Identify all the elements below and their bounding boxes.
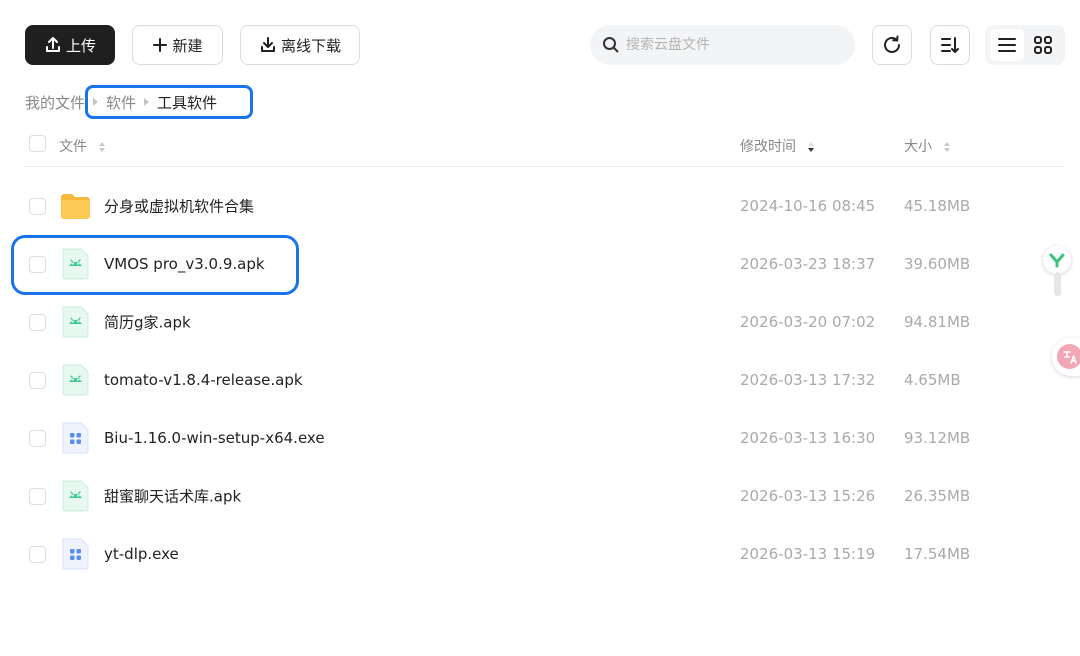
- upload-button[interactable]: 上传: [25, 25, 115, 65]
- sort-button[interactable]: [930, 25, 970, 65]
- exe-file-icon: [62, 538, 89, 570]
- grid-icon: [1034, 36, 1052, 54]
- list-view-button[interactable]: [990, 29, 1024, 61]
- file-name: tomato-v1.8.4-release.apk: [104, 371, 303, 389]
- column-modified-header[interactable]: 修改时间: [740, 136, 815, 156]
- offline-download-label: 离线下载: [280, 36, 341, 55]
- column-size-header[interactable]: 大小: [904, 136, 951, 156]
- file-modified-time: 2026-03-13 16:30: [740, 429, 876, 447]
- file-name: 简历g家.apk: [104, 313, 191, 332]
- download-icon: [260, 37, 275, 52]
- new-label: 新建: [172, 36, 203, 55]
- file-size: 4.65MB: [904, 371, 961, 389]
- search-input[interactable]: [624, 36, 848, 54]
- row-checkbox[interactable]: [29, 488, 46, 505]
- column-name-header[interactable]: 文件: [59, 136, 106, 156]
- file-row[interactable]: 甜蜜聊天话术库.apk 2026-03-13 15:26 26.35MB: [25, 468, 1065, 524]
- row-checkbox[interactable]: [29, 430, 46, 447]
- y-logo-icon: [1049, 253, 1065, 268]
- upload-icon: [45, 37, 60, 52]
- row-checkbox[interactable]: [29, 198, 46, 215]
- file-list-header: 文件 修改时间 大小: [25, 128, 1065, 167]
- file-name: yt-dlp.exe: [104, 545, 179, 563]
- grid-view-button[interactable]: [1026, 29, 1060, 61]
- sort-icon: [941, 37, 959, 53]
- file-size: 94.81MB: [904, 313, 971, 331]
- file-modified-time: 2026-03-13 17:32: [740, 371, 876, 389]
- file-row[interactable]: 简历g家.apk 2026-03-20 07:02 94.81MB: [25, 294, 1065, 350]
- plus-icon: [153, 38, 168, 52]
- column-name-label: 文件: [59, 139, 87, 155]
- search-box: [590, 25, 855, 65]
- list-icon: [998, 38, 1016, 52]
- file-modified-time: 2024-10-16 08:45: [740, 197, 876, 215]
- select-all-checkbox[interactable]: [29, 135, 46, 152]
- file-size: 93.12MB: [904, 429, 971, 447]
- file-modified-time: 2026-03-23 18:37: [740, 255, 876, 273]
- row-checkbox[interactable]: [29, 314, 46, 331]
- sort-arrows-icon: [944, 142, 951, 152]
- drag-handle[interactable]: [1054, 272, 1061, 296]
- file-size: 17.54MB: [904, 545, 971, 563]
- file-size: 39.60MB: [904, 255, 971, 273]
- file-row[interactable]: yt-dlp.exe 2026-03-13 15:19 17.54MB: [25, 526, 1065, 582]
- refresh-button[interactable]: [872, 25, 912, 65]
- column-modified-label: 修改时间: [740, 139, 796, 155]
- row-checkbox[interactable]: [29, 546, 46, 563]
- file-modified-time: 2026-03-13 15:19: [740, 545, 876, 563]
- view-toggle: [985, 25, 1065, 65]
- new-button[interactable]: 新建: [132, 25, 223, 65]
- file-modified-time: 2026-03-13 15:26: [740, 487, 876, 505]
- assistant-float-button[interactable]: [1043, 246, 1071, 274]
- file-name: Biu-1.16.0-win-setup-x64.exe: [104, 429, 325, 447]
- file-modified-time: 2026-03-20 07:02: [740, 313, 876, 331]
- breadcrumb-annotation-box: [85, 85, 253, 119]
- upload-label: 上传: [65, 36, 96, 55]
- file-name: 甜蜜聊天话术库.apk: [104, 487, 242, 506]
- row-checkbox[interactable]: [29, 372, 46, 389]
- folder-icon: [61, 194, 90, 219]
- file-row[interactable]: Biu-1.16.0-win-setup-x64.exe 2026-03-13 …: [25, 410, 1065, 466]
- search-icon: [603, 37, 619, 53]
- apk-file-icon: [62, 480, 89, 512]
- offline-download-button[interactable]: 离线下载: [240, 25, 360, 65]
- sort-desc-icon: [808, 142, 815, 152]
- exe-file-icon: [62, 422, 89, 454]
- file-size: 26.35MB: [904, 487, 971, 505]
- refresh-icon: [884, 35, 900, 53]
- apk-file-icon: [62, 364, 89, 396]
- column-size-label: 大小: [904, 139, 932, 155]
- breadcrumb-item-my-files[interactable]: 我的文件: [25, 92, 85, 113]
- file-row[interactable]: 分身或虚拟机软件合集 2024-10-16 08:45 45.18MB: [25, 178, 1065, 234]
- apk-file-icon: [62, 306, 89, 338]
- file-row[interactable]: tomato-v1.8.4-release.apk 2026-03-13 17:…: [25, 352, 1065, 408]
- sort-arrows-icon: [99, 142, 106, 152]
- translate-icon: [1057, 344, 1080, 369]
- row-annotation-box: [11, 235, 299, 295]
- file-name: 分身或虚拟机软件合集: [104, 197, 255, 216]
- file-size: 45.18MB: [904, 197, 971, 215]
